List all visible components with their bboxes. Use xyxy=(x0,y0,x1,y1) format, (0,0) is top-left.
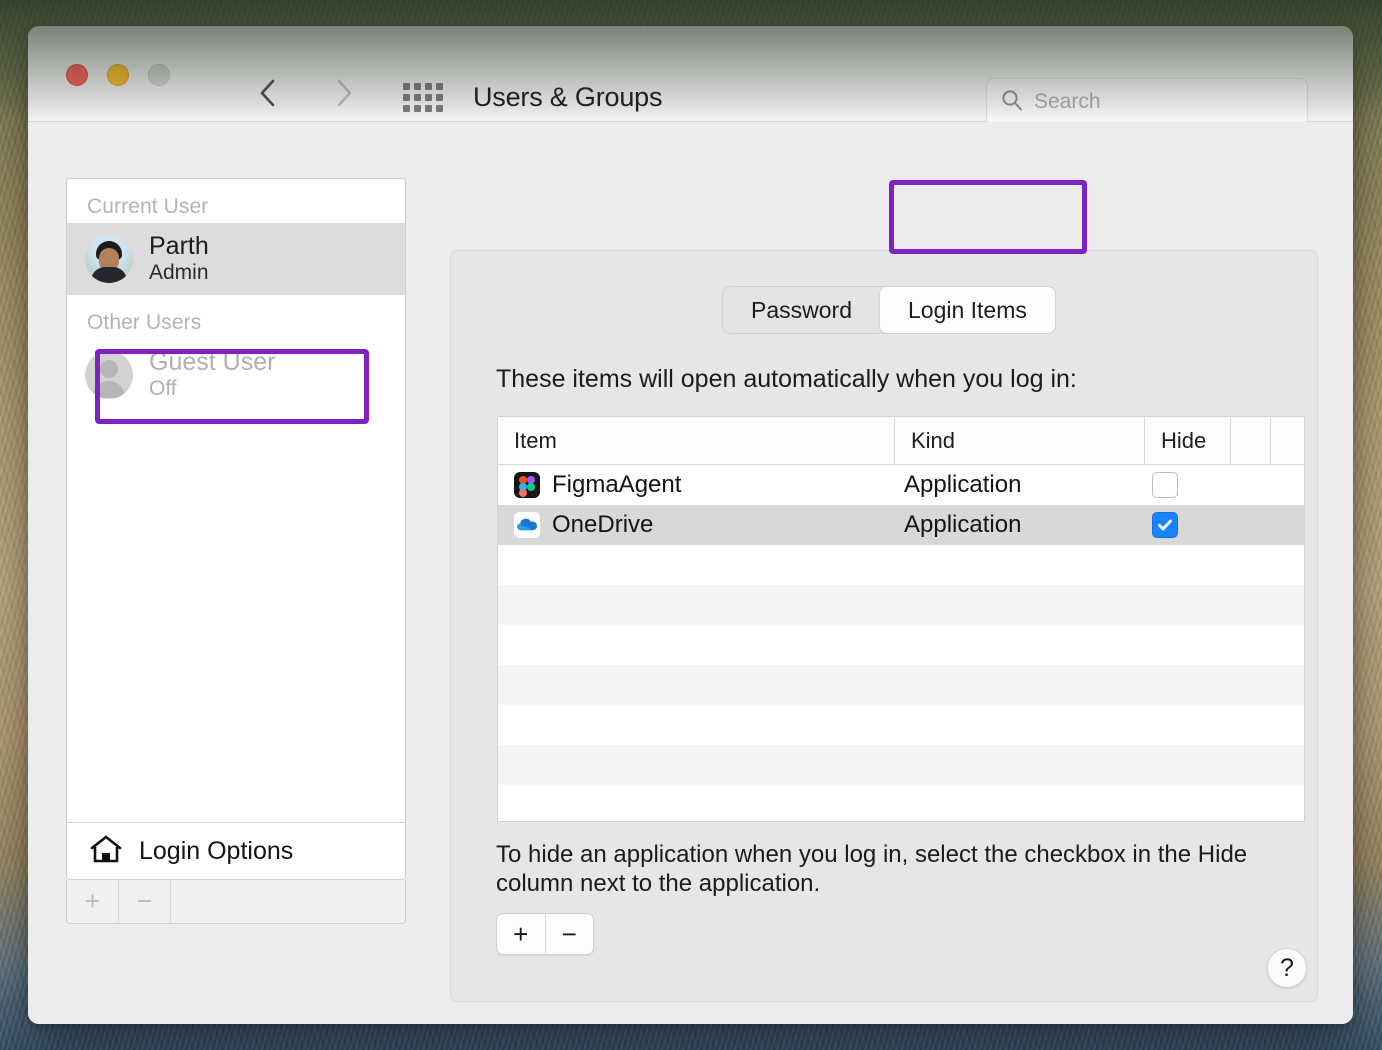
row-kind-cell: Application xyxy=(894,471,1144,499)
table-row-empty[interactable] xyxy=(498,665,1304,705)
column-header-spacer-1 xyxy=(1230,417,1270,464)
onedrive-icon xyxy=(514,512,540,538)
login-options-label: Login Options xyxy=(139,837,293,866)
login-items-table: Item Kind Hide FigmaAgent Application xyxy=(497,416,1305,822)
sidebar-user-parth[interactable]: Parth Admin xyxy=(67,223,405,295)
remove-user-button[interactable]: − xyxy=(119,880,171,923)
search-icon xyxy=(1000,88,1024,117)
table-row[interactable]: OneDrive Application xyxy=(498,505,1304,545)
table-header-row: Item Kind Hide xyxy=(498,417,1304,465)
table-row-empty[interactable] xyxy=(498,785,1304,822)
sidebar-item-login-options[interactable]: Login Options xyxy=(67,822,405,880)
traffic-light-buttons xyxy=(66,64,170,86)
window-toolbar: Users & Groups xyxy=(28,26,1353,122)
page-title: Users & Groups xyxy=(473,82,662,113)
desktop-background: Users & Groups Current User xyxy=(0,0,1382,1050)
user-role: Admin xyxy=(149,261,209,286)
user-list-sidebar: Current User Parth Admin Other Users xyxy=(66,178,406,880)
chevron-right-icon xyxy=(330,76,358,110)
login-item-add-remove-toolbar: + − xyxy=(496,913,594,955)
table-row-empty[interactable] xyxy=(498,545,1304,585)
user-name: Guest User xyxy=(149,348,275,378)
tab-login-items[interactable]: Login Items xyxy=(880,287,1055,333)
column-header-kind[interactable]: Kind xyxy=(894,417,1144,464)
tab-password[interactable]: Password xyxy=(723,287,880,333)
tab-bar: Password Login Items xyxy=(722,286,1056,334)
window-body: Current User Parth Admin Other Users xyxy=(28,122,1353,1024)
login-items-description: These items will open automatically when… xyxy=(496,365,1077,394)
group-label-current-user: Current User xyxy=(67,179,405,223)
back-button[interactable] xyxy=(254,76,282,110)
row-item-label: FigmaAgent xyxy=(552,471,681,499)
add-user-button[interactable]: + xyxy=(67,880,119,923)
table-row-empty[interactable] xyxy=(498,745,1304,785)
help-question-icon[interactable]: ? xyxy=(1267,948,1307,988)
column-header-spacer-2 xyxy=(1270,417,1304,464)
home-icon xyxy=(89,834,123,869)
hide-checkbox[interactable] xyxy=(1152,512,1178,538)
add-login-item-button[interactable]: + xyxy=(497,914,546,954)
column-header-hide[interactable]: Hide xyxy=(1144,417,1230,464)
user-role: Off xyxy=(149,377,275,402)
figma-icon xyxy=(514,472,540,498)
group-label-other-users: Other Users xyxy=(67,295,405,339)
hide-column-hint: To hide an application when you log in, … xyxy=(496,840,1256,899)
guest-avatar xyxy=(85,351,133,399)
remove-login-item-button[interactable]: − xyxy=(546,914,594,954)
search-field[interactable] xyxy=(986,78,1308,126)
close-button[interactable] xyxy=(66,64,88,86)
system-preferences-window: Users & Groups Current User xyxy=(28,26,1353,1024)
sidebar-footer-toolbar: + − xyxy=(66,880,406,924)
minimize-button[interactable] xyxy=(107,64,129,86)
row-hide-cell xyxy=(1144,472,1230,498)
forward-button[interactable] xyxy=(330,76,358,110)
table-row-empty[interactable] xyxy=(498,705,1304,745)
table-row-empty[interactable] xyxy=(498,585,1304,625)
sidebar-user-guest[interactable]: Guest User Off xyxy=(67,339,405,411)
user-photo-avatar xyxy=(85,235,133,283)
show-all-grid-icon[interactable] xyxy=(403,83,443,112)
search-input[interactable] xyxy=(1034,90,1294,114)
hide-checkbox[interactable] xyxy=(1152,472,1178,498)
row-hide-cell xyxy=(1144,512,1230,538)
zoom-button[interactable] xyxy=(148,64,170,86)
row-item-cell: OneDrive xyxy=(498,511,894,539)
row-kind-cell: Application xyxy=(894,511,1144,539)
row-item-label: OneDrive xyxy=(552,511,653,539)
column-header-item[interactable]: Item xyxy=(498,417,894,464)
user-list-scroll[interactable]: Current User Parth Admin Other Users xyxy=(67,179,405,822)
table-row-empty[interactable] xyxy=(498,625,1304,665)
row-item-cell: FigmaAgent xyxy=(498,471,894,499)
table-row[interactable]: FigmaAgent Application xyxy=(498,465,1304,505)
sidebar-footer-spacer xyxy=(171,880,405,923)
user-name: Parth xyxy=(149,232,209,262)
chevron-left-icon xyxy=(254,76,282,110)
